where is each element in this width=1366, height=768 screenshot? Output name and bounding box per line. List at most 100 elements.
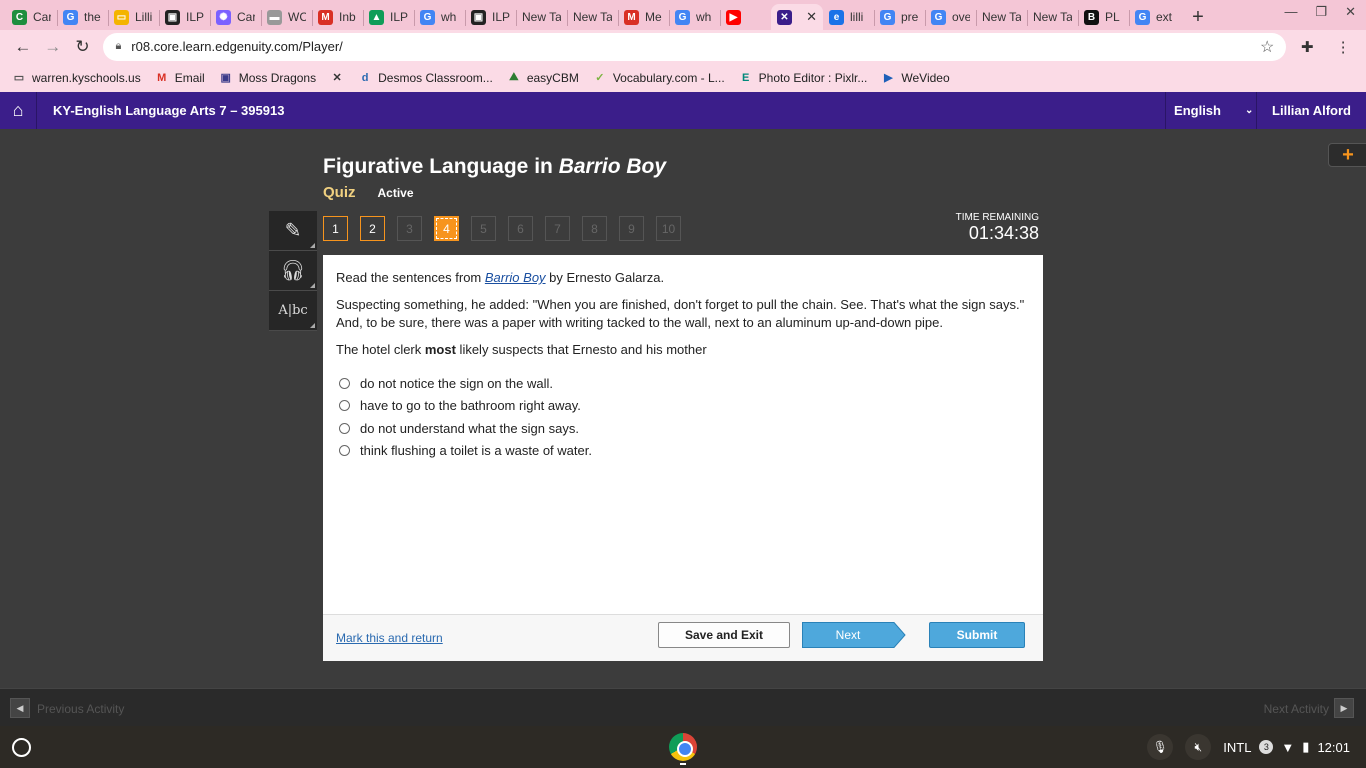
browser-tab[interactable]: ▣ ILP (465, 4, 516, 30)
previous-activity-arrow-icon[interactable]: ◀ (10, 698, 30, 718)
dictionary-book-icon[interactable]: A|bc (269, 291, 317, 331)
question-number-9[interactable]: 9 (619, 216, 644, 241)
bookmark-item[interactable]: ✕ (330, 71, 344, 85)
bookmark-item[interactable]: ▣ Moss Dragons (219, 71, 317, 85)
question-number-6[interactable]: 6 (508, 216, 533, 241)
browser-tab[interactable]: C Car (6, 4, 57, 30)
pixlr-icon: E (741, 71, 750, 84)
browser-tab[interactable]: ▲ ILP (363, 4, 414, 30)
extensions-puzzle-icon[interactable]: ✚ (1292, 32, 1322, 62)
next-activity-arrow-icon[interactable]: ▶ (1334, 698, 1354, 718)
back-arrow-icon[interactable]: ← (8, 32, 38, 62)
browser-tab[interactable]: ✺ Car (210, 4, 261, 30)
browser-tab[interactable]: Gpre (874, 4, 925, 30)
lock-icon[interactable]: 🔒︎ (115, 40, 121, 53)
browser-tab[interactable]: ▬ WC (261, 4, 312, 30)
submit-button[interactable]: Submit (929, 622, 1025, 648)
question-number-7[interactable]: 7 (545, 216, 570, 241)
answer-choice[interactable]: think flushing a toilet is a waste of wa… (339, 440, 1043, 463)
radio-button[interactable] (339, 377, 350, 389)
previous-activity-label[interactable]: Previous Activity (37, 702, 124, 716)
minimize-icon[interactable]: — (1284, 4, 1297, 20)
question-stem: The hotel clerk most likely suspects tha… (336, 341, 1031, 359)
next-button[interactable]: Next (802, 622, 906, 648)
close-icon[interactable]: ✕ (806, 9, 817, 25)
bookmark-item[interactable]: d Desmos Classroom... (358, 71, 493, 85)
browser-tab[interactable]: Gove (925, 4, 976, 30)
url-text[interactable]: r08.core.learn.edgenuity.com/Player/ (131, 39, 1260, 54)
answer-choice-label[interactable]: do not notice the sign on the wall. (360, 376, 553, 391)
browser-tab[interactable]: e lilli (823, 4, 874, 30)
chrome-icon[interactable] (669, 733, 697, 761)
menu-kebab-icon[interactable]: ⋮ (1328, 32, 1358, 62)
browser-tab[interactable]: M Inb (312, 4, 363, 30)
answer-choice-label[interactable]: think flushing a toilet is a waste of wa… (360, 443, 592, 458)
microphone-icon[interactable]: 🎙︎ (1147, 734, 1174, 760)
browser-tab[interactable]: Gext (1129, 4, 1180, 30)
browser-tab[interactable]: ✕ ✕ (771, 4, 823, 30)
tab-label: New Ta (522, 10, 561, 24)
tab-label: ove (952, 10, 970, 24)
radio-button[interactable] (339, 445, 350, 457)
browser-tab[interactable]: M Me (618, 4, 669, 30)
browser-tab[interactable]: B PL (1078, 4, 1129, 30)
mark-and-return-link[interactable]: Mark this and return (336, 631, 443, 645)
home-icon[interactable]: ⌂ (0, 92, 37, 129)
bookmark-label: warren.kyschools.us (32, 70, 141, 85)
language-selector[interactable]: English ⌄ (1165, 92, 1256, 129)
question-number-2[interactable]: 2 (360, 216, 385, 241)
bookmark-item[interactable]: E Photo Editor : Pixlr... (739, 71, 867, 85)
question-number-5[interactable]: 5 (471, 216, 496, 241)
status-area[interactable]: INTL 3 ▼ ▮ 12:01 (1223, 739, 1350, 755)
browser-tab[interactable]: Gwh (414, 4, 465, 30)
question-number-8[interactable]: 8 (582, 216, 607, 241)
save-and-exit-button[interactable]: Save and Exit (658, 622, 790, 648)
launcher-icon[interactable] (12, 738, 31, 757)
next-activity-label[interactable]: Next Activity (1264, 702, 1329, 716)
browser-tab[interactable]: ▭ Lilli (108, 4, 159, 30)
browser-tab[interactable]: Gwh (669, 4, 720, 30)
question-number-1[interactable]: 1 (323, 216, 348, 241)
address-bar[interactable]: 🔒︎ r08.core.learn.edgenuity.com/Player/ … (103, 32, 1287, 61)
restore-icon[interactable]: ❐ (1315, 4, 1327, 20)
language-label: English (1174, 103, 1221, 118)
answer-choice[interactable]: do not notice the sign on the wall. (339, 372, 1043, 395)
contact-card-icon: ▣ (220, 72, 231, 84)
answer-choices: do not notice the sign on the wall. have … (323, 372, 1043, 462)
question-number-3[interactable]: 3 (397, 216, 422, 241)
google-icon: G (420, 9, 435, 25)
browser-tab[interactable]: New Ta (567, 4, 618, 30)
browser-tab[interactable]: New Ta (976, 4, 1027, 30)
bookmark-item[interactable]: ✓ Vocabulary.com - L... (593, 71, 724, 85)
browser-tab[interactable]: ▶ (720, 4, 771, 30)
answer-choice[interactable]: have to go to the bathroom right away. (339, 395, 1043, 418)
radio-button[interactable] (339, 422, 350, 434)
browser-tab[interactable]: New Ta (516, 4, 567, 30)
question-number-10[interactable]: 10 (656, 216, 681, 241)
forward-arrow-icon[interactable]: → (38, 32, 68, 62)
browser-tab[interactable]: Gthe (57, 4, 108, 30)
close-window-icon[interactable]: ✕ (1345, 4, 1356, 20)
bookmark-star-icon[interactable]: ☆ (1260, 37, 1274, 57)
bookmark-item[interactable]: ▶ WeVideo (881, 71, 950, 85)
source-link[interactable]: Barrio Boy (485, 270, 546, 285)
add-plus-icon[interactable]: + (1328, 143, 1366, 167)
bookmark-item[interactable]: ⛰ easyCBM (507, 71, 579, 85)
pencil-icon[interactable]: ✎ (269, 211, 317, 251)
gmail-icon: M (318, 9, 333, 25)
tab-label: Car (237, 10, 255, 24)
mute-icon[interactable]: 🔇︎ (1185, 734, 1212, 760)
answer-choice-label[interactable]: do not understand what the sign says. (360, 421, 579, 436)
browser-tab[interactable]: New Ta (1027, 4, 1078, 30)
answer-choice[interactable]: do not understand what the sign says. (339, 417, 1043, 440)
headphones-icon[interactable]: 🎧︎ (269, 251, 317, 291)
question-number-4[interactable]: 4 (434, 216, 459, 241)
new-tab-plus-icon[interactable]: + (1184, 4, 1212, 30)
user-name[interactable]: Lillian Alford (1256, 92, 1366, 129)
browser-tab[interactable]: ▣ ILP (159, 4, 210, 30)
bookmark-item[interactable]: ▭ warren.kyschools.us (12, 71, 141, 85)
radio-button[interactable] (339, 400, 350, 412)
answer-choice-label[interactable]: have to go to the bathroom right away. (360, 398, 581, 413)
bookmark-item[interactable]: M Email (155, 71, 205, 85)
reload-icon[interactable]: ↻ (68, 32, 98, 62)
